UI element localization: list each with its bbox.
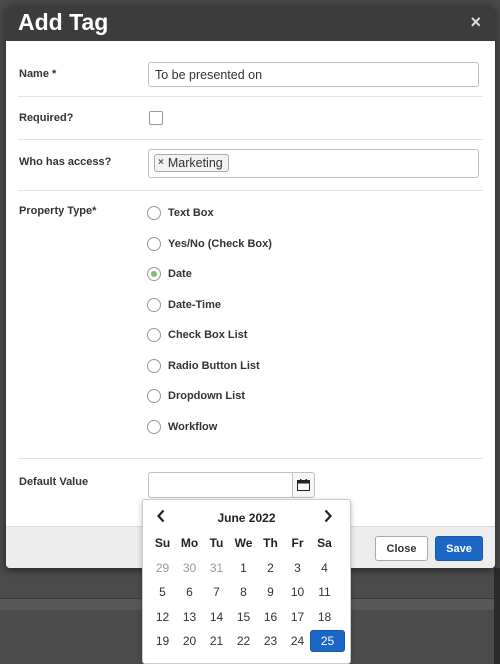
radio-button[interactable] xyxy=(147,298,161,312)
day-cell[interactable]: 8 xyxy=(230,581,257,603)
radio-label: Yes/No (Check Box) xyxy=(168,238,272,250)
remove-tag-icon[interactable]: × xyxy=(158,155,164,171)
day-cell[interactable]: 11 xyxy=(311,581,338,603)
radio-button-selected[interactable] xyxy=(147,267,161,281)
week-row: 12 13 14 15 16 17 18 xyxy=(149,605,349,630)
date-picker-month[interactable]: June 2022 xyxy=(183,511,310,525)
day-cell[interactable]: 3 xyxy=(284,557,311,579)
radio-button[interactable] xyxy=(147,206,161,220)
day-cell[interactable]: 29 xyxy=(149,557,176,579)
radio-button[interactable] xyxy=(147,328,161,342)
radio-button[interactable] xyxy=(147,359,161,373)
day-cell[interactable]: 2 xyxy=(257,557,284,579)
name-input[interactable] xyxy=(148,62,479,87)
week-row: 19 20 21 22 23 24 25 xyxy=(149,629,349,654)
radio-label: Radio Button List xyxy=(168,360,260,372)
radio-option-check-box-list[interactable]: Check Box List xyxy=(147,327,247,343)
date-picker-header: June 2022 xyxy=(143,508,350,528)
weekday-label: Th xyxy=(263,536,278,551)
default-value-input[interactable] xyxy=(148,472,293,498)
radio-option-radio-button-list[interactable]: Radio Button List xyxy=(147,358,260,374)
day-cell[interactable]: 10 xyxy=(284,581,311,603)
radio-label: Text Box xyxy=(168,207,214,219)
prev-month-icon[interactable] xyxy=(151,509,171,528)
weekday-label: Sa xyxy=(317,536,332,551)
day-cell[interactable]: 13 xyxy=(176,606,203,628)
calendar-button[interactable] xyxy=(292,472,315,498)
radio-label: Workflow xyxy=(168,421,218,433)
radio-label: Check Box List xyxy=(168,329,248,341)
day-cell[interactable]: 12 xyxy=(149,606,176,628)
day-cell[interactable]: 17 xyxy=(284,606,311,628)
save-button[interactable]: Save xyxy=(435,536,483,561)
day-cell[interactable]: 5 xyxy=(149,581,176,603)
day-cell[interactable]: 22 xyxy=(230,630,257,652)
property-type-label: Property Type* xyxy=(19,205,97,217)
name-row: Name * xyxy=(18,41,483,97)
add-tag-dialog: Add Tag × Name * Required? Who has acces… xyxy=(6,5,495,568)
access-tag-input[interactable]: × Marketing xyxy=(148,149,479,178)
weekday-header-row: Su Mo Tu We Th Fr Sa xyxy=(149,531,349,556)
weekday-label: Tu xyxy=(209,536,224,551)
radio-label: Date-Time xyxy=(168,299,221,311)
radio-option-workflow[interactable]: Workflow xyxy=(147,419,217,435)
weekday-label: We xyxy=(234,536,253,551)
calendar-icon xyxy=(297,479,310,491)
date-picker-popup: June 2022 Su Mo Tu We Th Fr Sa 29 30 31 1 2 3 4 5 6 7 8 9 1… xyxy=(142,499,351,664)
background-edge xyxy=(494,568,500,664)
day-cell[interactable]: 9 xyxy=(257,581,284,603)
tag-label: Marketing xyxy=(167,156,223,170)
weekday-label: Su xyxy=(154,536,171,551)
day-cell[interactable]: 14 xyxy=(203,606,230,628)
radio-option-text-box[interactable]: Text Box xyxy=(147,205,214,221)
day-cell[interactable]: 23 xyxy=(257,630,284,652)
close-button[interactable]: Close xyxy=(375,536,428,561)
day-cell[interactable]: 6 xyxy=(176,581,203,603)
week-row: 5 6 7 8 9 10 11 xyxy=(149,580,349,605)
day-cell[interactable]: 4 xyxy=(311,557,338,579)
radio-option-date-time[interactable]: Date-Time xyxy=(147,297,221,313)
weekday-label: Fr xyxy=(291,536,304,551)
dialog-title: Add Tag xyxy=(18,9,109,35)
day-cell[interactable]: 30 xyxy=(176,557,203,579)
required-label: Required? xyxy=(19,112,74,124)
day-cell[interactable]: 19 xyxy=(149,630,176,652)
access-row: Who has access? × Marketing xyxy=(18,140,483,191)
day-cell[interactable]: 15 xyxy=(230,606,257,628)
name-label: Name * xyxy=(19,68,57,80)
radio-label: Date xyxy=(168,268,192,280)
next-month-icon[interactable] xyxy=(318,509,338,528)
weekday-label: Mo xyxy=(180,536,199,551)
property-type-row: Property Type* Text Box Yes/No (Check Bo… xyxy=(18,191,483,459)
default-value-label: Default Value xyxy=(19,476,89,488)
day-cell-selected[interactable]: 25 xyxy=(310,630,345,653)
day-cell[interactable]: 7 xyxy=(203,581,230,603)
date-picker-grid: Su Mo Tu We Th Fr Sa 29 30 31 1 2 3 4 5 6 7 8 9 10 11 12 13 14 1… xyxy=(149,531,349,654)
day-cell[interactable]: 21 xyxy=(203,630,230,652)
access-label: Who has access? xyxy=(19,156,112,168)
radio-button[interactable] xyxy=(147,389,161,403)
week-row: 29 30 31 1 2 3 4 xyxy=(149,556,349,581)
radio-button[interactable] xyxy=(147,420,161,434)
close-icon[interactable]: × xyxy=(470,12,481,33)
day-cell[interactable]: 1 xyxy=(230,557,257,579)
day-cell[interactable]: 20 xyxy=(176,630,203,652)
day-cell[interactable]: 31 xyxy=(203,557,230,579)
day-cell[interactable]: 18 xyxy=(311,606,338,628)
radio-option-dropdown-list[interactable]: Dropdown List xyxy=(147,388,245,404)
radio-button[interactable] xyxy=(147,237,161,251)
access-tag-marketing: × Marketing xyxy=(154,154,229,172)
radio-label: Dropdown List xyxy=(168,390,245,402)
day-cell[interactable]: 24 xyxy=(284,630,311,652)
radio-option-yes-no[interactable]: Yes/No (Check Box) xyxy=(147,236,272,252)
required-checkbox[interactable] xyxy=(149,111,163,125)
radio-option-date[interactable]: Date xyxy=(147,266,192,282)
dialog-header: Add Tag × xyxy=(6,5,495,41)
required-row: Required? xyxy=(18,97,483,140)
day-cell[interactable]: 16 xyxy=(257,606,284,628)
